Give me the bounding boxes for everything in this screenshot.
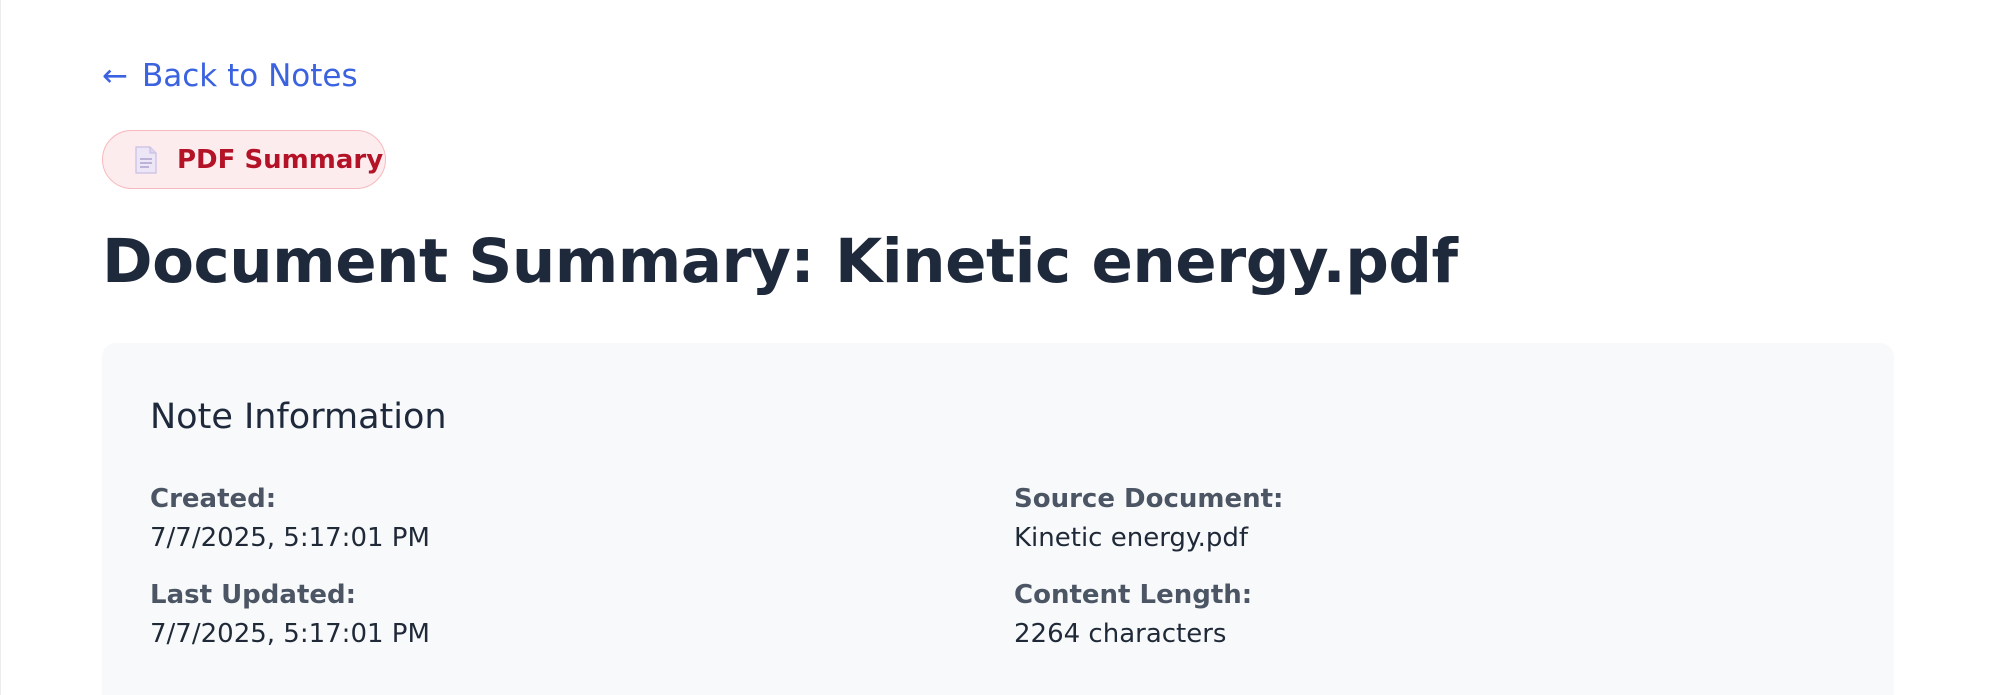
pdf-summary-badge: PDF Summary [102,130,386,189]
document-icon [135,145,157,174]
last-updated-label: Last Updated: [150,580,357,610]
last-updated-field: Last Updated: 7/7/2025, 5:17:01 PM [150,576,430,654]
back-to-notes-link[interactable]: ← Back to Notes [102,52,358,100]
content-length-value: 2264 characters [1014,619,1227,649]
created-label: Created: [150,484,277,514]
badge-label: PDF Summary [177,144,384,175]
note-detail-page: ← Back to Notes PDF Summary Document Summ… [0,0,2016,695]
content-length-label: Content Length: [1014,580,1253,610]
source-document-label: Source Document: [1014,484,1284,514]
page-title: Document Summary: Kinetic energy.pdf [102,226,1458,297]
created-field: Created: 7/7/2025, 5:17:01 PM [150,480,430,558]
note-information-heading: Note Information [150,397,447,437]
source-document-value: Kinetic energy.pdf [1014,523,1249,553]
back-arrow-icon: ← [102,58,128,94]
last-updated-value: 7/7/2025, 5:17:01 PM [150,619,430,649]
note-information-card: Note Information Created: 7/7/2025, 5:17… [102,343,1894,695]
source-document-field: Source Document: Kinetic energy.pdf [1014,480,1283,558]
back-link-label: Back to Notes [141,58,358,94]
content-length-field: Content Length: 2264 characters [1014,576,1252,654]
created-value: 7/7/2025, 5:17:01 PM [150,523,430,553]
